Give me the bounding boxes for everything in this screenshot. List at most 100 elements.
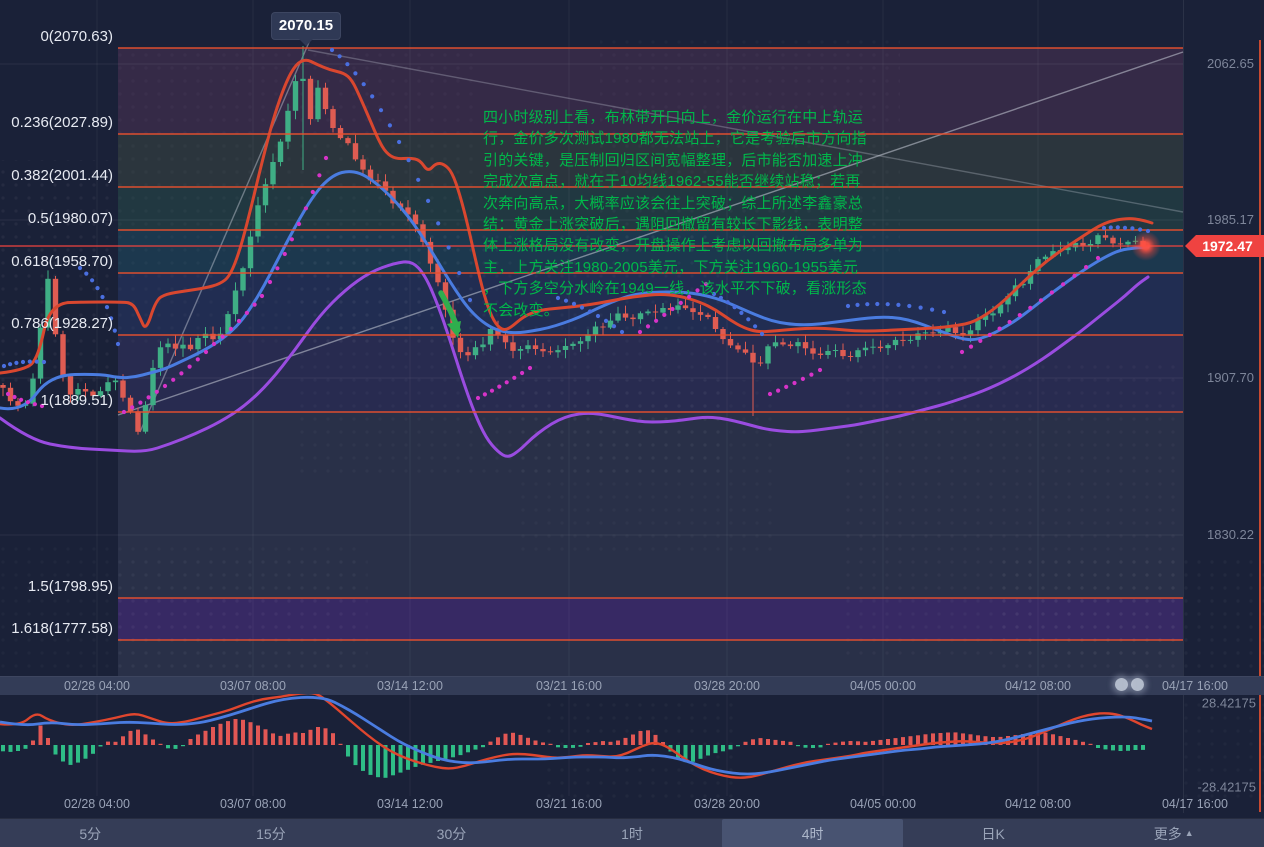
sar-dot <box>776 389 780 393</box>
sar-dot <box>171 378 175 382</box>
price-axis-label: 1985.17 <box>1207 213 1254 227</box>
sar-dot <box>638 330 642 334</box>
trading-chart-app: 2070.15 四小时级别上看，布林带开口向上，金价运行在中上轨运行，金价多次测… <box>0 0 1264 847</box>
sar-dot <box>237 319 241 323</box>
sar-dot <box>1028 306 1032 310</box>
sar-dot <box>84 272 88 276</box>
macd-indicator-canvas[interactable] <box>0 694 1264 812</box>
sar-dot <box>528 366 532 370</box>
macd-scale-max: 28.42175 <box>1202 696 1256 711</box>
sar-dot <box>998 327 1002 331</box>
sar-dot <box>116 342 120 346</box>
sar-dot <box>978 339 982 343</box>
annotation-line: 不会改变。 <box>483 300 867 321</box>
sar-dot <box>483 392 487 396</box>
sar-dot <box>753 324 757 328</box>
time-axis-label: 04/12 08:00 <box>1005 679 1071 693</box>
sar-dot <box>370 94 374 98</box>
sar-dot <box>907 304 911 308</box>
tab-more[interactable]: 更多▲ <box>1083 819 1264 847</box>
annotation-line: 四小时级别上看，布林带开口向上，金价运行在中上轨运 <box>483 107 867 128</box>
annotation-line: 引的关键，是压制回归区间宽幅整理，后市能否加速上冲 <box>483 150 867 171</box>
sar-dot <box>311 190 315 194</box>
sar-dot <box>275 266 279 270</box>
tab-label: 1时 <box>621 824 643 844</box>
sar-dot <box>163 384 167 388</box>
sar-dot <box>388 123 392 127</box>
sar-dot <box>221 335 225 339</box>
fib-level-label: 0(2070.63) <box>0 28 113 46</box>
time-axis-label: 03/07 08:00 <box>220 679 286 693</box>
sar-dot <box>646 324 650 328</box>
sar-dot <box>95 286 99 290</box>
sar-dot <box>21 360 25 364</box>
sar-dot <box>130 405 134 409</box>
sar-dot <box>520 371 524 375</box>
tab-4h[interactable]: 4时 <box>722 819 903 847</box>
sar-dot <box>1109 225 1113 229</box>
tab-label: 30分 <box>437 824 467 844</box>
sar-dot <box>253 303 257 307</box>
sar-dot <box>113 329 117 333</box>
sar-dot <box>426 199 430 203</box>
time-axis-label: 04/12 08:00 <box>1005 797 1071 811</box>
tab-30min[interactable]: 30分 <box>361 819 542 847</box>
sar-dot <box>407 158 411 162</box>
time-axis-label: 04/05 00:00 <box>850 797 916 811</box>
sar-dot <box>1018 313 1022 317</box>
sar-dot <box>42 360 46 364</box>
tab-label: 15分 <box>256 824 286 844</box>
scroll-to-latest-dots[interactable] <box>1115 678 1128 691</box>
sar-dot <box>353 71 357 75</box>
time-axis-label: 03/21 16:00 <box>536 679 602 693</box>
tab-5min[interactable]: 5分 <box>0 819 181 847</box>
sar-dot <box>436 221 440 225</box>
tab-15min[interactable]: 15分 <box>181 819 362 847</box>
price-chart-canvas[interactable] <box>0 0 1264 676</box>
sar-dot <box>179 371 183 375</box>
tab-label: 日K <box>982 824 1005 844</box>
time-axis-label: 03/28 20:00 <box>694 679 760 693</box>
time-axis[interactable]: 02/28 04:0003/07 08:0003/14 12:0003/21 1… <box>0 676 1264 695</box>
price-axis-label: 1907.70 <box>1207 371 1254 385</box>
sar-dot <box>512 376 516 380</box>
fib-level-label: 0.382(2001.44) <box>0 167 113 185</box>
sar-dot <box>505 380 509 384</box>
time-axis-label: 02/28 04:00 <box>64 797 130 811</box>
sar-dot <box>1008 320 1012 324</box>
sar-dot <box>1039 298 1043 302</box>
analyst-annotation: 四小时级别上看，布林带开口向上，金价运行在中上轨运行，金价多次测试1980都无法… <box>483 107 867 321</box>
price-axis-label: 1830.22 <box>1207 528 1254 542</box>
sar-dot <box>90 278 94 282</box>
tab-label: 5分 <box>79 824 101 844</box>
annotation-line: ，下方多空分水岭在1949一线，该水平不下破，看涨形态 <box>483 278 867 299</box>
sar-dot <box>416 178 420 182</box>
sar-dot <box>147 395 151 399</box>
sar-dot <box>457 271 461 275</box>
fib-level-label: 1.5(1798.95) <box>0 578 113 596</box>
sar-dot <box>942 310 946 314</box>
sar-dot <box>919 306 923 310</box>
sar-dot <box>362 82 366 86</box>
sar-dot <box>818 368 822 372</box>
fib-level-label: 0.5(1980.07) <box>0 210 113 228</box>
tab-1h[interactable]: 1时 <box>542 819 723 847</box>
sar-dot <box>304 206 308 210</box>
tab-daily[interactable]: 日K <box>903 819 1084 847</box>
scroll-to-latest-dots[interactable] <box>1131 678 1144 691</box>
sar-dot <box>1123 226 1127 230</box>
tab-label: 更多 <box>1154 824 1182 844</box>
annotation-line: 完成次高点，就在于10均线1962-55能否继续站稳；若再 <box>483 171 867 192</box>
sar-dot <box>260 294 264 298</box>
annotation-line: 结：黄金上涨突破后，遇阻回撤留有较长下影线，表明整 <box>483 214 867 235</box>
sar-dot <box>1061 282 1065 286</box>
sar-dot <box>14 361 18 365</box>
sar-dot <box>330 48 334 52</box>
sar-dot <box>105 305 109 309</box>
sar-dot <box>35 360 39 364</box>
sar-dot <box>345 62 349 66</box>
last-price-tag: 1972.47 <box>1185 235 1264 257</box>
sar-dot <box>760 332 764 336</box>
sar-dot <box>969 345 973 349</box>
sar-dot <box>317 173 321 177</box>
